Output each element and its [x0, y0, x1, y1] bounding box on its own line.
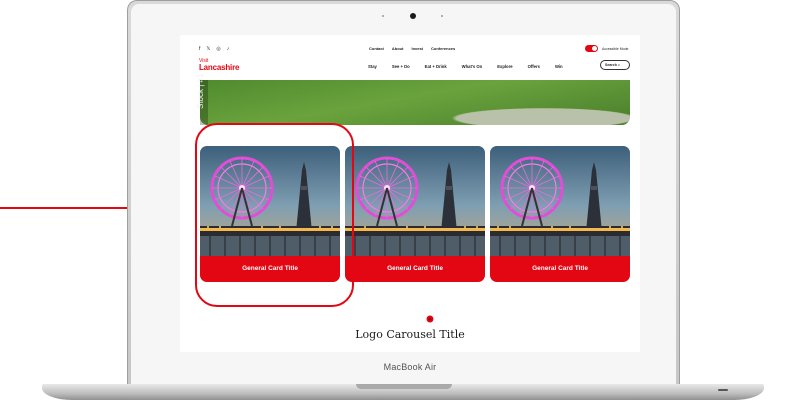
- hero-image: [200, 80, 630, 125]
- util-link-about[interactable]: About: [392, 46, 404, 51]
- accessibility-label: Accessible Mode: [602, 46, 629, 51]
- card-image: [490, 146, 630, 256]
- nav-item-see-do[interactable]: See + Do: [392, 64, 410, 69]
- card-title: General Card Title: [490, 256, 630, 282]
- laptop-base-notch: [356, 384, 452, 389]
- accessibility-toggle[interactable]: [585, 45, 598, 52]
- card-title: General Card Title: [345, 256, 485, 282]
- util-link-conferences[interactable]: Conferences: [431, 46, 455, 51]
- nav-item-stay[interactable]: Stay: [368, 64, 377, 69]
- carousel-title: Logo Carousel Title: [355, 328, 465, 341]
- general-card[interactable]: General Card Title: [345, 146, 485, 282]
- nav-item-whats-on[interactable]: What's On: [462, 64, 483, 69]
- logo-name: Lancashire: [199, 63, 240, 72]
- search-icon: ⌕: [618, 63, 621, 67]
- util-link-invest[interactable]: Invest: [411, 46, 423, 51]
- hero-credit: Stock | #1: [196, 73, 205, 109]
- site-header: f 𝕏 ◎ ♪ Contact About Invest Conferences…: [180, 35, 640, 77]
- tiktok-icon[interactable]: ♪: [227, 46, 230, 52]
- site-logo[interactable]: Visit Lancashire: [199, 59, 239, 72]
- nav-item-win[interactable]: Win: [555, 64, 563, 69]
- search-button[interactable]: Search ⌕: [600, 60, 630, 70]
- util-link-contact[interactable]: Contact: [369, 46, 384, 51]
- nav-item-offers[interactable]: Offers: [528, 64, 540, 69]
- device-brand: MacBook Air: [383, 362, 437, 372]
- utility-nav: Contact About Invest Conferences: [369, 46, 455, 51]
- nav-item-eat-drink[interactable]: Eat + Drink: [425, 64, 447, 69]
- instagram-icon[interactable]: ◎: [216, 46, 220, 52]
- facebook-icon[interactable]: f: [199, 46, 200, 52]
- nav-item-explore[interactable]: Explore: [497, 64, 512, 69]
- highlight-ring: [195, 123, 354, 307]
- social-links: f 𝕏 ◎ ♪: [199, 46, 229, 52]
- sensor-dot: [382, 15, 384, 17]
- rose-icon: [426, 315, 434, 323]
- x-icon[interactable]: 𝕏: [206, 46, 210, 52]
- accessibility-toggle-wrap: Accessible Mode: [585, 45, 628, 52]
- camera-icon: [410, 13, 416, 19]
- search-label: Search: [605, 63, 617, 67]
- laptop-indicator: [718, 389, 728, 391]
- card-image: [345, 146, 485, 256]
- general-card[interactable]: General Card Title: [490, 146, 630, 282]
- main-nav: Stay See + Do Eat + Drink What's On Expl…: [368, 64, 563, 69]
- sensor-dot: [441, 15, 443, 17]
